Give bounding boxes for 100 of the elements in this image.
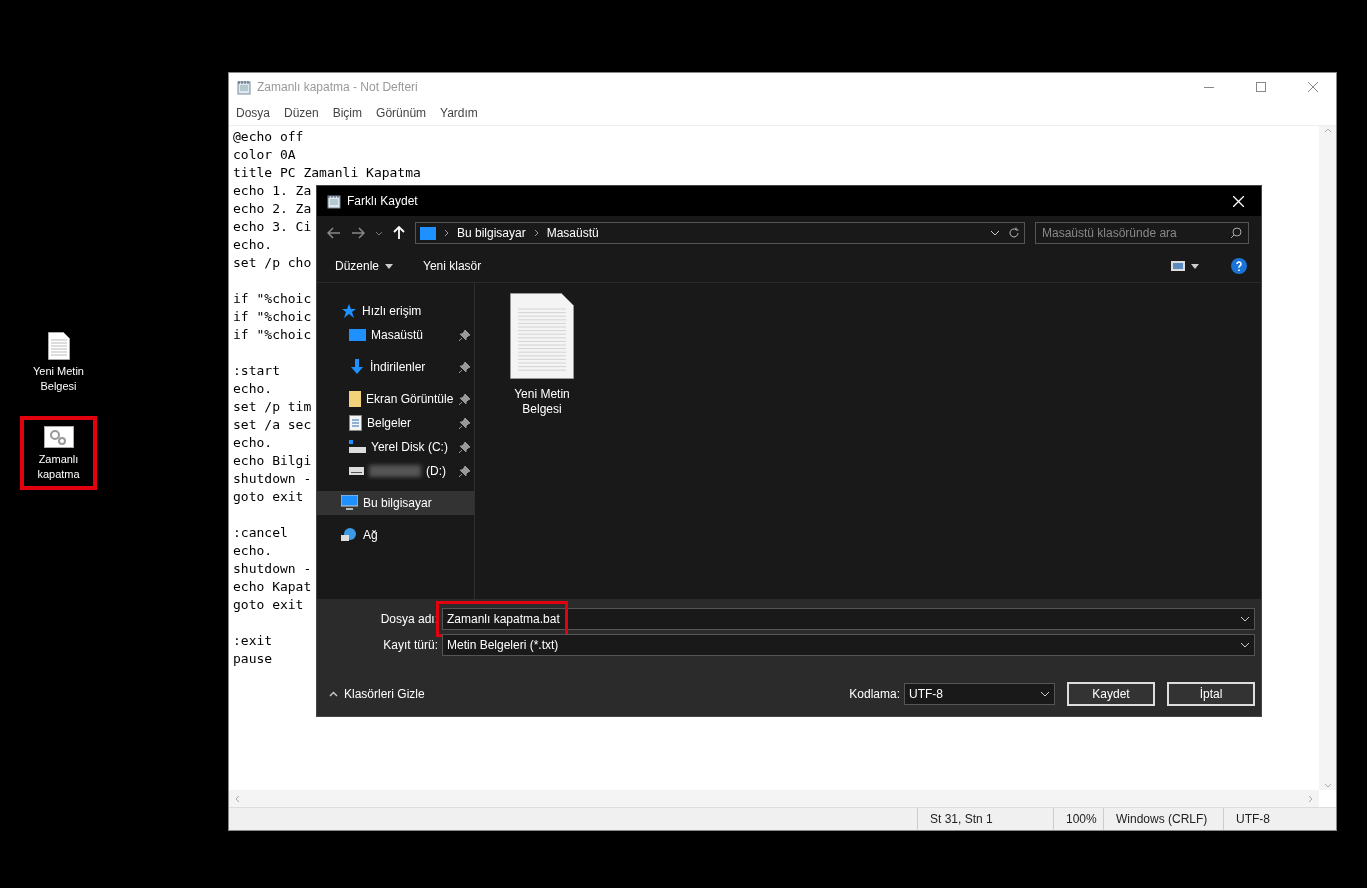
code-line: echo. bbox=[233, 542, 273, 560]
gears-file-icon bbox=[43, 426, 74, 448]
breadcrumb-item[interactable]: Bu bilgisayar bbox=[457, 226, 526, 240]
code-line: echo. bbox=[233, 434, 273, 452]
nav-item[interactable]: Belgeler bbox=[317, 411, 474, 435]
dialog-title: Farklı Kaydet bbox=[347, 194, 419, 208]
address-bar[interactable]: Bu bilgisayar Masaüstü bbox=[415, 222, 1025, 244]
caret-icon bbox=[385, 263, 394, 269]
search-field[interactable]: Masaüstü klasöründe ara bbox=[1035, 222, 1249, 244]
breadcrumb-item[interactable]: Masaüstü bbox=[546, 226, 599, 240]
code-line: echo. bbox=[233, 380, 273, 398]
nav-label: Bu bilgisayar bbox=[363, 496, 433, 510]
menu-item[interactable]: Dosya bbox=[236, 106, 270, 120]
pin-icon[interactable] bbox=[459, 361, 470, 373]
dialog-button[interactable]: İptal bbox=[1167, 682, 1255, 706]
chevron-down-icon[interactable] bbox=[990, 230, 1000, 236]
download-arrow-icon bbox=[349, 359, 365, 375]
code-line: pause bbox=[233, 650, 273, 668]
new-folder-button[interactable]: Yeni klasör bbox=[423, 259, 482, 273]
nav-item[interactable]: İndirilenler bbox=[317, 355, 474, 379]
code-line: color 0A bbox=[233, 146, 296, 164]
code-line: shutdown - bbox=[233, 560, 312, 578]
field-value: Zamanlı kapatma.bat bbox=[447, 612, 561, 626]
code-line: echo Kapat bbox=[233, 578, 312, 596]
highlight-frame[interactable]: Zamanlı kapatma bbox=[20, 416, 97, 490]
pin-icon[interactable] bbox=[459, 441, 470, 453]
nav-label: Ağ bbox=[363, 528, 379, 542]
minimize-icon bbox=[1204, 86, 1214, 88]
code-line: @echo off bbox=[233, 128, 304, 146]
code-line: if "%choic bbox=[233, 326, 312, 344]
menu-item[interactable]: Görünüm bbox=[376, 106, 427, 120]
pin-icon[interactable] bbox=[459, 465, 470, 477]
encoding-dropdown[interactable]: UTF-8 bbox=[904, 683, 1055, 705]
file-type-dropdown[interactable]: Metin Belgeleri (*.txt) bbox=[442, 634, 1255, 656]
search-icon[interactable] bbox=[1230, 227, 1242, 239]
help-icon[interactable] bbox=[1231, 258, 1247, 274]
field-value: UTF-8 bbox=[909, 687, 944, 701]
nav-label: (D:) bbox=[426, 464, 447, 478]
document-icon bbox=[349, 415, 362, 431]
hide-folders-button[interactable]: Klasörleri Gizle bbox=[329, 687, 850, 701]
status-text: St 31, Stn 1 bbox=[917, 808, 1053, 830]
chevron-down-icon[interactable] bbox=[1240, 642, 1250, 648]
nav-item[interactable]: Yerel Disk (C:) bbox=[317, 435, 474, 459]
nav-label: Masaüstü bbox=[371, 328, 425, 342]
code-line: if "%choic bbox=[233, 290, 312, 308]
code-line: goto exit bbox=[233, 488, 304, 506]
chevron-down-icon[interactable] bbox=[1040, 691, 1050, 697]
nav-label: Yerel Disk (C:) bbox=[371, 440, 449, 454]
chevron-down-icon[interactable] bbox=[1240, 616, 1250, 622]
desktop-icon-label: Zamanlı kapatma bbox=[36, 452, 81, 482]
folder-icon bbox=[349, 391, 361, 407]
field-label: Dosya adı: bbox=[379, 612, 439, 626]
chevron-up-icon bbox=[329, 691, 338, 697]
nav-label: Belgeler bbox=[367, 416, 413, 430]
status-text: 100% bbox=[1053, 808, 1103, 830]
back-arrow-icon[interactable] bbox=[327, 227, 341, 239]
organize-button[interactable]: Düzenle bbox=[335, 259, 394, 273]
nav-item[interactable]: Masaüstü bbox=[317, 323, 474, 347]
chevron-right-icon bbox=[444, 229, 449, 237]
network-globe-icon bbox=[341, 527, 358, 543]
code-line: :exit bbox=[233, 632, 273, 650]
monitor-icon bbox=[349, 328, 366, 342]
code-line: :cancel bbox=[233, 524, 288, 542]
menu-item[interactable]: Düzen bbox=[284, 106, 319, 120]
nav-item[interactable]: Ekran Görüntüle bbox=[317, 387, 474, 411]
desktop-icon-label: Yeni Metin Belgesi bbox=[32, 364, 85, 394]
star-icon bbox=[341, 303, 357, 319]
nav-item[interactable]: Bu bilgisayar bbox=[317, 491, 474, 515]
dialog-button[interactable]: Kaydet bbox=[1067, 682, 1155, 706]
pin-icon[interactable] bbox=[459, 417, 470, 429]
nav-item[interactable]: Ağ bbox=[317, 523, 474, 547]
up-arrow-icon[interactable] bbox=[393, 226, 405, 240]
status-text: Windows (CRLF) bbox=[1103, 808, 1223, 830]
monitor-icon bbox=[420, 226, 436, 240]
nav-item[interactable]: Hızlı erişim bbox=[317, 299, 474, 323]
code-line: set /p tim bbox=[233, 398, 312, 416]
menu-item[interactable]: Yardım bbox=[440, 106, 478, 120]
file-name-field[interactable]: Zamanlı kapatma.bat bbox=[442, 608, 1255, 630]
text-file-icon bbox=[47, 332, 70, 360]
forward-arrow-icon[interactable] bbox=[351, 227, 365, 239]
code-line: echo 2. Za bbox=[233, 200, 312, 218]
view-options-icon[interactable] bbox=[1171, 261, 1201, 271]
file-name: Yeni Metin Belgesi bbox=[513, 387, 571, 417]
nav-label: İndirilenler bbox=[370, 360, 427, 374]
code-line: echo. bbox=[233, 236, 273, 254]
disk-drive-icon bbox=[349, 440, 366, 454]
pin-icon[interactable] bbox=[459, 393, 470, 405]
code-line: set /p cho bbox=[233, 254, 312, 272]
code-line: echo Bilgi bbox=[233, 452, 312, 470]
code-line: set /a sec bbox=[233, 416, 312, 434]
notepad-icon bbox=[327, 193, 341, 209]
refresh-icon[interactable] bbox=[1008, 227, 1020, 239]
desktop-icon[interactable]: Yeni Metin Belgesi bbox=[20, 322, 97, 402]
file-item[interactable]: Yeni Metin Belgesi bbox=[505, 293, 579, 417]
field-label: Kayıt türü: bbox=[382, 638, 439, 652]
menu-item[interactable]: Biçim bbox=[332, 106, 363, 120]
code-line: echo 3. Ci bbox=[233, 218, 312, 236]
pin-icon[interactable] bbox=[459, 329, 470, 341]
code-line: if "%choic bbox=[233, 308, 312, 326]
nav-item[interactable]: (D:) bbox=[317, 459, 474, 483]
